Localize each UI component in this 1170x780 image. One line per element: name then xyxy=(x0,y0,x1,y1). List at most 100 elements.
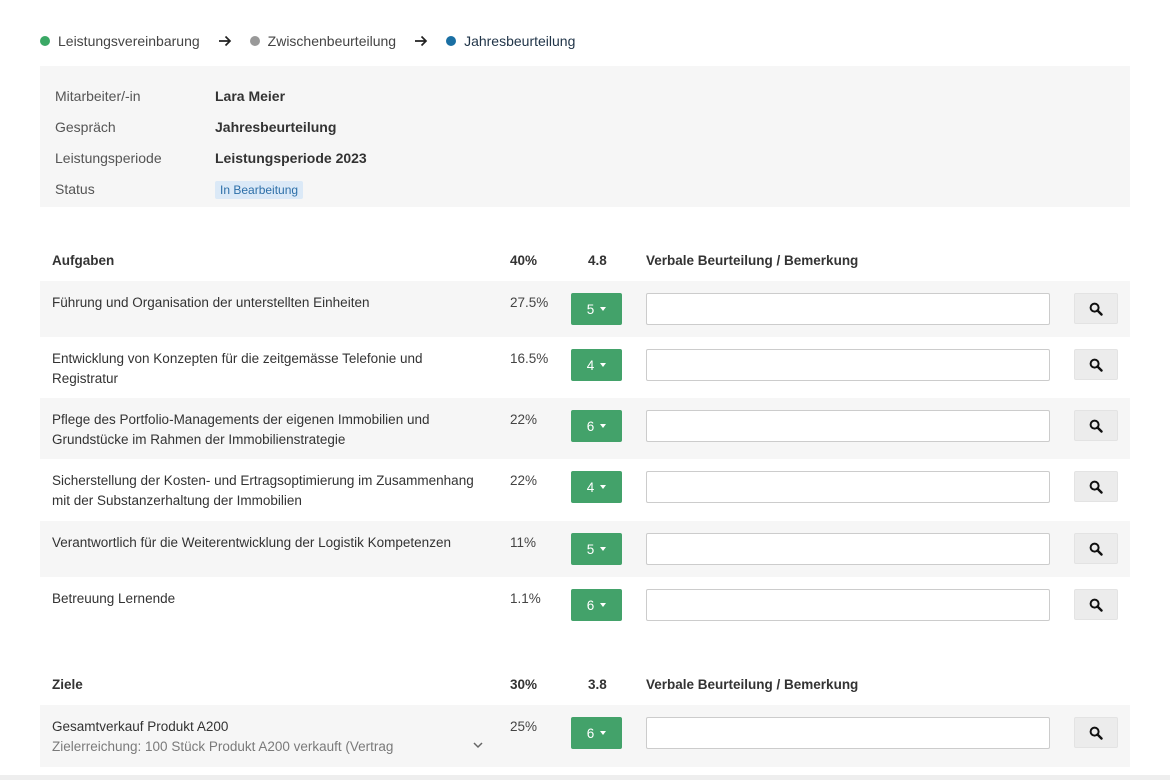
search-icon xyxy=(1089,542,1103,556)
task-weight: 27.5% xyxy=(510,295,549,310)
search-icon xyxy=(1089,726,1103,740)
goals-title: Ziele xyxy=(52,676,83,692)
task-weight: 16.5% xyxy=(510,351,549,366)
info-row-status: Status In Bearbeitung xyxy=(55,173,1115,204)
progress-stepper: Leistungsvereinbarung Zwischenbeurteilun… xyxy=(40,31,575,51)
comment-input[interactable] xyxy=(646,293,1050,325)
search-icon xyxy=(1089,302,1103,316)
conversation-info-panel: Mitarbeiter/-in Lara Meier Gespräch Jahr… xyxy=(40,66,1130,207)
search-icon xyxy=(1089,598,1103,612)
task-title: Betreuung Lernende xyxy=(52,591,176,606)
step-status-dot xyxy=(446,36,457,46)
task-row: Betreuung Lernende 1.1% 6 xyxy=(40,577,1130,633)
goal-row: Gesamtverkauf Produkt A200 Zielerreichun… xyxy=(40,705,1130,767)
comment-input[interactable] xyxy=(646,349,1050,381)
status-badge: In Bearbeitung xyxy=(215,180,304,199)
comment-column-header: Verbale Beurteilung / Bemerkung xyxy=(646,676,859,692)
rating-value: 6 xyxy=(586,418,595,434)
caret-down-icon xyxy=(600,731,607,735)
comment-column-header: Verbale Beurteilung / Bemerkung xyxy=(646,252,859,268)
info-label: Status xyxy=(55,180,95,197)
rating-dropdown[interactable]: 6 xyxy=(571,410,622,442)
info-row-period: Leistungsperiode Leistungsperiode 2023 xyxy=(55,142,1115,173)
goal-title-block: Gesamtverkauf Produkt A200 Zielerreichun… xyxy=(52,717,492,756)
search-button[interactable] xyxy=(1074,717,1118,748)
employee-name: Lara Meier xyxy=(215,87,286,104)
rating-value: 5 xyxy=(586,301,595,317)
caret-down-icon xyxy=(600,363,607,367)
comment-input[interactable] xyxy=(646,533,1050,565)
caret-down-icon xyxy=(600,424,607,428)
arrow-right-icon xyxy=(414,34,428,48)
tasks-average: 4.8 xyxy=(588,252,607,268)
info-label: Mitarbeiter/-in xyxy=(55,87,141,104)
search-button[interactable] xyxy=(1074,589,1118,620)
tasks-header: Aufgaben 40% 4.8 Verbale Beurteilung / B… xyxy=(40,246,1130,274)
task-title: Verantwortlich für die Weiterentwicklung… xyxy=(52,535,451,550)
step-jahresbeurteilung[interactable]: Jahresbeurteilung xyxy=(446,33,575,49)
rating-dropdown[interactable]: 4 xyxy=(571,349,622,381)
caret-down-icon xyxy=(600,547,607,551)
goals-header: Ziele 30% 3.8 Verbale Beurteilung / Beme… xyxy=(40,670,1130,698)
search-icon xyxy=(1089,480,1103,494)
task-row: Führung und Organisation der unterstellt… xyxy=(40,281,1130,337)
task-weight: 11% xyxy=(510,535,537,550)
rating-value: 4 xyxy=(586,357,595,373)
step-status-dot xyxy=(40,36,50,46)
step-leistungsvereinbarung[interactable]: Leistungsvereinbarung xyxy=(40,33,200,49)
search-button[interactable] xyxy=(1074,349,1118,380)
task-title: Führung und Organisation der unterstellt… xyxy=(52,295,370,310)
task-weight: 22% xyxy=(510,473,538,488)
rating-value: 5 xyxy=(586,541,595,557)
info-row-employee: Mitarbeiter/-in Lara Meier xyxy=(55,80,1115,111)
comment-input[interactable] xyxy=(646,589,1050,621)
comment-input[interactable] xyxy=(646,471,1050,503)
rating-dropdown[interactable]: 6 xyxy=(571,589,622,621)
task-row: Entwicklung von Konzepten für die zeitge… xyxy=(40,337,1130,398)
search-button[interactable] xyxy=(1074,471,1118,502)
step-zwischenbeurteilung[interactable]: Zwischenbeurteilung xyxy=(249,33,397,49)
arrow-right-icon xyxy=(218,34,232,48)
rating-dropdown[interactable]: 6 xyxy=(571,717,622,749)
search-icon xyxy=(1089,419,1103,433)
search-button[interactable] xyxy=(1074,533,1118,564)
task-row: Pflege des Portfolio-Managements der eig… xyxy=(40,398,1130,459)
caret-down-icon xyxy=(600,603,607,607)
step-label: Leistungsvereinbarung xyxy=(58,33,200,49)
goal-title: Gesamtverkauf Produkt A200 xyxy=(52,719,229,734)
task-title: Pflege des Portfolio-Managements der eig… xyxy=(52,412,430,447)
task-weight: 22% xyxy=(510,412,538,427)
comment-input[interactable] xyxy=(646,717,1050,749)
tasks-weight: 40% xyxy=(510,252,538,268)
search-icon xyxy=(1089,358,1103,372)
performance-period: Leistungsperiode 2023 xyxy=(215,149,367,166)
goal-weight: 25% xyxy=(510,719,538,734)
task-row: Sicherstellung der Kosten- und Ertragsop… xyxy=(40,459,1130,521)
task-title: Entwicklung von Konzepten für die zeitge… xyxy=(52,351,423,386)
rating-value: 6 xyxy=(586,725,595,741)
goal-target-text: Zielerreichung: 100 Stück Produkt A200 v… xyxy=(52,738,394,754)
chevron-down-icon[interactable] xyxy=(472,739,484,751)
step-status-dot xyxy=(249,36,260,46)
rating-value: 6 xyxy=(586,597,595,613)
task-row: Verantwortlich für die Weiterentwicklung… xyxy=(40,521,1130,577)
rating-value: 4 xyxy=(586,479,595,495)
comment-input[interactable] xyxy=(646,410,1050,442)
step-label: Jahresbeurteilung xyxy=(464,33,576,49)
step-label: Zwischenbeurteilung xyxy=(267,33,397,49)
goals-weight: 30% xyxy=(510,676,538,692)
rating-dropdown[interactable]: 5 xyxy=(571,293,622,325)
conversation-type: Jahresbeurteilung xyxy=(215,118,337,135)
tasks-title: Aufgaben xyxy=(52,252,115,268)
page-bottom-divider xyxy=(0,775,1170,780)
rating-dropdown[interactable]: 4 xyxy=(571,471,622,503)
info-label: Gespräch xyxy=(55,118,116,135)
search-button[interactable] xyxy=(1074,293,1118,324)
caret-down-icon xyxy=(600,307,607,311)
task-title: Sicherstellung der Kosten- und Ertragsop… xyxy=(52,473,474,508)
info-row-conversation: Gespräch Jahresbeurteilung xyxy=(55,111,1115,142)
caret-down-icon xyxy=(600,485,607,489)
search-button[interactable] xyxy=(1074,410,1118,441)
task-weight: 1.1% xyxy=(510,591,541,606)
rating-dropdown[interactable]: 5 xyxy=(571,533,622,565)
